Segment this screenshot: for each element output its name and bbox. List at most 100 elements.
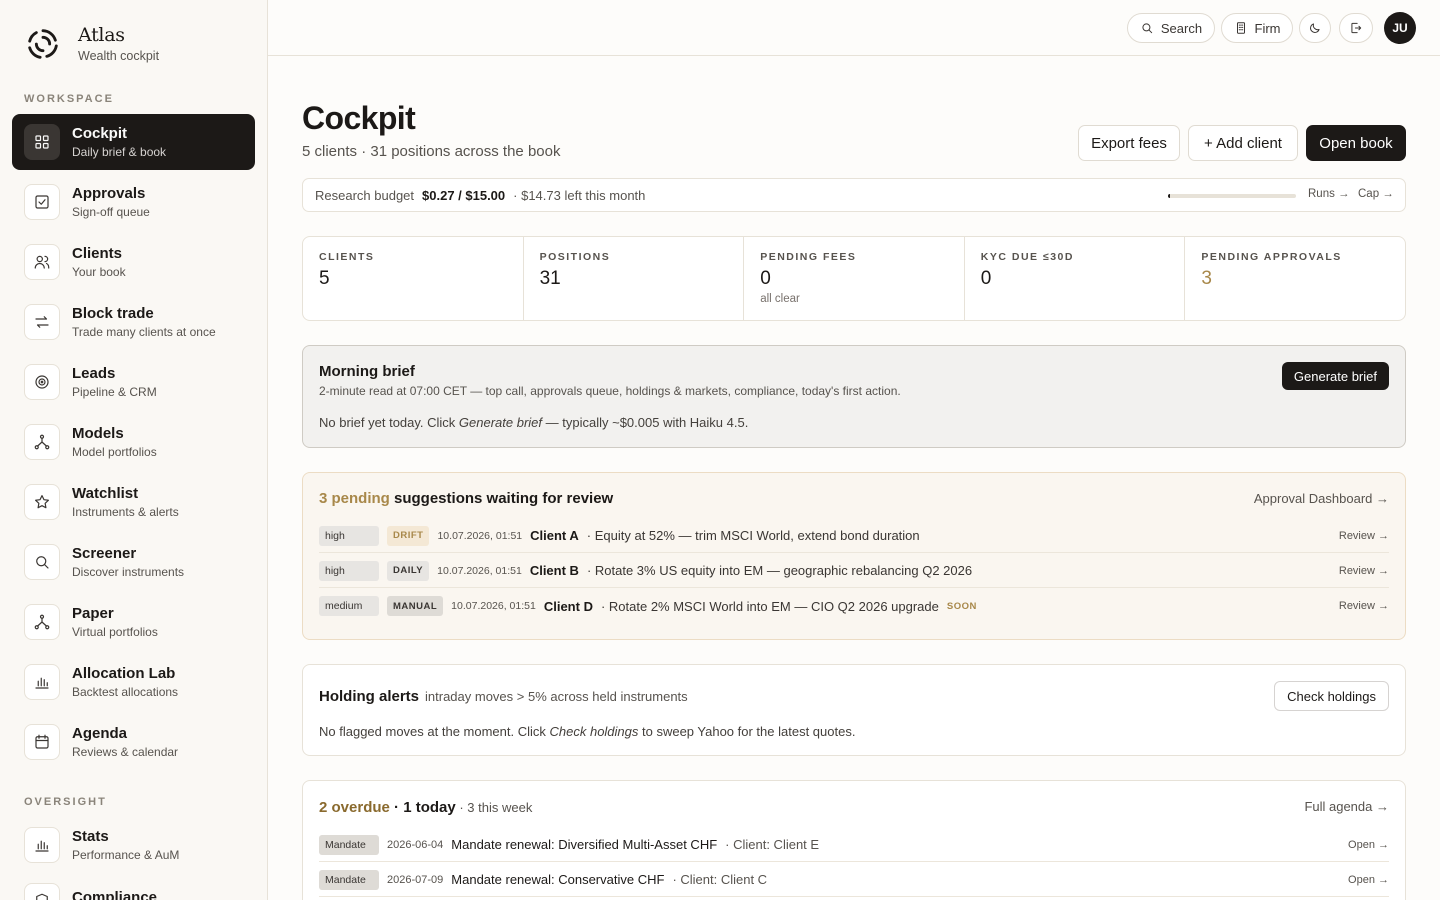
stat-kyc-due[interactable]: KYC DUE ≤30D 0 bbox=[965, 237, 1186, 320]
calendar-icon bbox=[24, 724, 60, 760]
sidebar-item-sub: Performance & AuM bbox=[72, 848, 180, 862]
alerts-note-emphasis: Check holdings bbox=[549, 724, 639, 739]
sidebar-item-title: Cockpit bbox=[72, 125, 128, 142]
sidebar-item-leads[interactable]: Leads Pipeline & CRM bbox=[12, 354, 255, 410]
brief-note: No brief yet today. Click Generate brief… bbox=[319, 415, 748, 430]
export-fees-button[interactable]: Export fees bbox=[1078, 125, 1180, 161]
logout-button[interactable] bbox=[1339, 13, 1373, 43]
open-link[interactable]: Open → bbox=[1348, 839, 1389, 851]
sidebar-item-title: Paper bbox=[72, 605, 114, 622]
open-link[interactable]: Open → bbox=[1348, 874, 1389, 886]
stat-pending-fees[interactable]: PENDING FEES 0 all clear bbox=[744, 237, 965, 320]
stats-strip: CLIENTS 5 POSITIONS 31 PENDING FEES 0 al… bbox=[302, 236, 1406, 321]
budget-label: Research budget bbox=[315, 187, 415, 203]
suggestion-date: 10.07.2026, 01:51 bbox=[437, 529, 523, 542]
full-agenda-link[interactable]: Full agenda → bbox=[1304, 799, 1389, 814]
suggestion-date: 10.07.2026, 01:51 bbox=[451, 600, 536, 612]
sidebar-item-agenda[interactable]: Agenda Reviews & calendar bbox=[12, 714, 255, 770]
brand[interactable]: Atlas Wealth cockpit bbox=[24, 24, 159, 63]
star-icon bbox=[24, 484, 60, 520]
pending-heading: 3 pending suggestions waiting for review bbox=[319, 490, 613, 507]
source-tag: MANUAL bbox=[387, 596, 444, 616]
check-holdings-button[interactable]: Check holdings bbox=[1274, 681, 1389, 711]
sidebar-item-sub: Backtest allocations bbox=[72, 685, 179, 699]
sidebar-item-title: Allocation Lab bbox=[72, 665, 176, 682]
stat-pending-approvals[interactable]: PENDING APPROVALS 3 bbox=[1185, 237, 1405, 320]
review-link[interactable]: Review → bbox=[1339, 565, 1389, 577]
agenda-date: 2026-06-04 bbox=[387, 838, 444, 851]
sidebar-item-cockpit[interactable]: Cockpit Daily brief & book bbox=[12, 114, 255, 170]
building-icon bbox=[1236, 22, 1245, 34]
pending-suggestions-card: 3 pending suggestions waiting for review… bbox=[302, 472, 1406, 640]
stat-clients[interactable]: CLIENTS 5 bbox=[303, 237, 524, 320]
stat-value: 0 bbox=[760, 268, 771, 289]
sidebar-item-allocation-lab[interactable]: Allocation Lab Backtest allocations bbox=[12, 654, 255, 710]
suggestion-row[interactable]: high DRIFT 10.07.2026, 01:51 Client A · … bbox=[319, 519, 1389, 553]
source-tag: DAILY bbox=[387, 560, 430, 581]
review-link[interactable]: Review → bbox=[1339, 530, 1389, 542]
agenda-row[interactable]: Mandate 2026-06-04 Mandate renewal: Dive… bbox=[319, 828, 1389, 862]
budget-progress bbox=[1168, 194, 1296, 198]
soon-badge: SOON bbox=[946, 600, 977, 612]
network-icon bbox=[24, 424, 60, 460]
sidebar-item-paper[interactable]: Paper Virtual portfolios bbox=[12, 594, 255, 650]
brand-tagline: Wealth cockpit bbox=[78, 49, 160, 63]
sidebar-item-sub: Trade many clients at once bbox=[72, 325, 216, 339]
agenda-date: 2026-07-09 bbox=[387, 873, 444, 886]
sidebar-item-sub: Reviews & calendar bbox=[72, 745, 179, 759]
agenda-row[interactable]: Mandate 2026-07-09 Mandate renewal: Cons… bbox=[319, 863, 1389, 897]
budget-progress-fill bbox=[1168, 194, 1171, 198]
sidebar-item-approvals[interactable]: Approvals Sign-off queue bbox=[12, 174, 255, 230]
agenda-title: Mandate renewal: Diversified Multi-Asset… bbox=[451, 837, 718, 852]
stat-positions[interactable]: POSITIONS 31 bbox=[524, 237, 745, 320]
source-tag: DRIFT bbox=[387, 525, 430, 546]
search-button[interactable]: Search bbox=[1127, 13, 1215, 43]
brief-title: Morning brief bbox=[319, 363, 415, 380]
sidebar-item-sub: Virtual portfolios bbox=[72, 625, 158, 639]
sidebar-item-sub: Your book bbox=[72, 265, 126, 279]
page-title: Cockpit bbox=[302, 100, 416, 136]
sidebar-item-title: Block trade bbox=[72, 305, 154, 322]
suggestion-row[interactable]: high DAILY 10.07.2026, 01:51 Client B · … bbox=[319, 554, 1389, 588]
open-book-button[interactable]: Open book bbox=[1306, 125, 1406, 161]
sidebar-item-screener[interactable]: Screener Discover instruments bbox=[12, 534, 255, 590]
checkbox-icon bbox=[24, 184, 60, 220]
firm-button[interactable]: Firm bbox=[1221, 13, 1293, 43]
runs-link[interactable]: Runs → bbox=[1308, 188, 1350, 200]
priority-badge: high bbox=[319, 560, 379, 581]
brief-note-emphasis: Generate brief bbox=[458, 415, 543, 430]
sidebar-item-stats[interactable]: Stats Performance & AuM bbox=[12, 817, 255, 873]
sidebar-item-watchlist[interactable]: Watchlist Instruments & alerts bbox=[12, 474, 255, 530]
sidebar-item-title: Watchlist bbox=[72, 485, 139, 502]
suggestion-row[interactable]: medium MANUAL 10.07.2026, 01:51 Client D… bbox=[319, 589, 1389, 623]
stat-value: 31 bbox=[539, 268, 561, 289]
sidebar-item-compliance[interactable]: Compliance bbox=[12, 877, 255, 900]
sidebar-item-models[interactable]: Models Model portfolios bbox=[12, 414, 255, 470]
sidebar-item-clients[interactable]: Clients Your book bbox=[12, 234, 255, 290]
brief-subtitle: 2-minute read at 07:00 CET — top call, a… bbox=[319, 384, 901, 398]
stat-label: CLIENTS bbox=[319, 251, 375, 263]
search-button-label: Search bbox=[1160, 20, 1203, 36]
review-link[interactable]: Review → bbox=[1339, 600, 1389, 612]
approval-dashboard-link[interactable]: Approval Dashboard → bbox=[1254, 491, 1389, 506]
generate-brief-button[interactable]: Generate brief bbox=[1281, 362, 1389, 390]
add-client-button[interactable]: + Add client bbox=[1188, 125, 1298, 161]
alerts-note-text: No flagged moves at the moment. Click bbox=[319, 724, 550, 739]
agenda-today: · 1 today bbox=[389, 799, 456, 816]
agenda-overdue: 2 overdue bbox=[319, 799, 390, 816]
firm-button-label: Firm bbox=[1254, 20, 1281, 36]
sidebar-item-block-trade[interactable]: Block trade Trade many clients at once bbox=[12, 294, 255, 350]
cap-link[interactable]: Cap → bbox=[1358, 188, 1394, 200]
morning-brief-card: Morning brief 2-minute read at 07:00 CET… bbox=[302, 345, 1406, 448]
target-icon bbox=[24, 364, 60, 400]
avatar[interactable]: JU bbox=[1384, 12, 1416, 44]
priority-badge: high bbox=[319, 525, 379, 546]
sidebar-item-sub: Discover instruments bbox=[72, 565, 185, 579]
theme-toggle-button[interactable] bbox=[1299, 13, 1331, 43]
topbar: Search Firm JU bbox=[268, 0, 1440, 56]
suggestion-client: Client D bbox=[543, 598, 593, 614]
brand-name: Atlas bbox=[78, 24, 125, 46]
agenda-heading: 2 overdue · 1 today · 3 this week bbox=[319, 799, 532, 816]
section-label-workspace: WORKSPACE bbox=[24, 93, 114, 105]
suggestion-description: · Equity at 52% — trim MSCI World, exten… bbox=[586, 528, 920, 543]
